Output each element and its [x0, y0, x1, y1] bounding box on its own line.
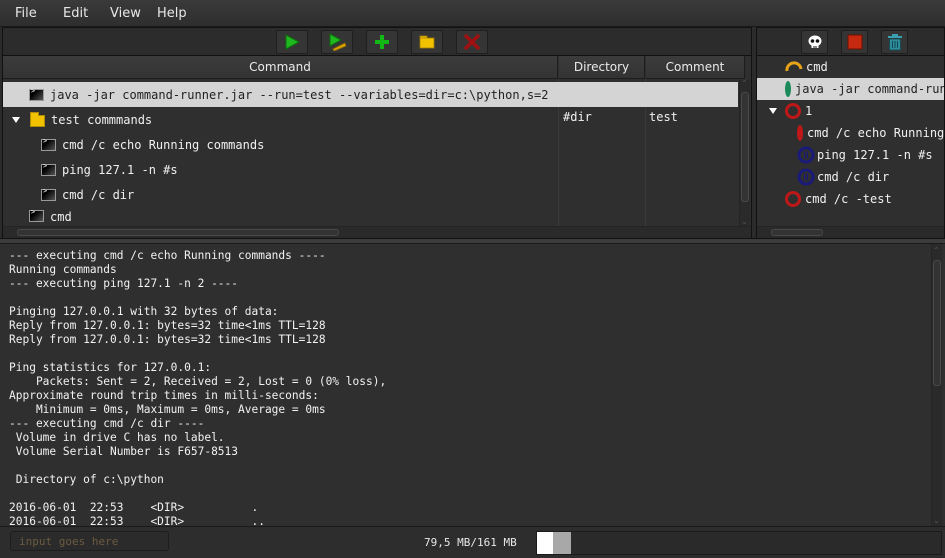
- table-row[interactable]: cmd /c dir: [3, 182, 558, 207]
- runs-horizontal-scrollbar[interactable]: [757, 226, 944, 238]
- scroll-down-icon[interactable]: ⌄: [741, 217, 748, 226]
- run-label: java -jar command-runner.jar: [795, 82, 944, 96]
- scrollbar-thumb[interactable]: [741, 92, 749, 202]
- runs-toolbar: [757, 28, 944, 56]
- x-icon: [463, 33, 481, 51]
- clear-button[interactable]: [881, 30, 908, 54]
- run-label: 1: [805, 104, 813, 118]
- terminal-icon: [41, 162, 56, 176]
- commands-vertical-scrollbar[interactable]: ⌃ ⌄: [739, 79, 750, 226]
- delete-button[interactable]: [456, 30, 488, 54]
- memory-used-fill: [537, 532, 553, 554]
- run-item[interactable]: cmd: [757, 56, 944, 78]
- column-header-command[interactable]: Command: [3, 56, 558, 79]
- command-text: test commmands: [51, 112, 153, 127]
- success-status-icon: [785, 81, 791, 97]
- command-input[interactable]: [10, 531, 169, 551]
- run-button[interactable]: [276, 30, 308, 54]
- run-label: cmd: [806, 60, 828, 74]
- table-row[interactable]: java -jar command-runner.jar --run=test …: [3, 82, 738, 107]
- scrollbar-thumb[interactable]: [933, 260, 941, 386]
- command-text: cmd /c dir: [62, 187, 135, 202]
- comment-cell: test: [649, 110, 678, 124]
- terminal-icon: [41, 187, 56, 201]
- failed-status-icon: [785, 103, 801, 119]
- expand-triangle-icon[interactable]: [769, 108, 777, 114]
- folder-icon: [30, 111, 45, 127]
- kill-button[interactable]: [801, 30, 828, 54]
- console-text: --- executing cmd /c echo Running comman…: [9, 249, 387, 526]
- menu-edit[interactable]: Edit: [63, 6, 88, 21]
- menu-view[interactable]: View: [110, 6, 141, 21]
- table-row[interactable]: ping 127.1 -n #s: [3, 157, 558, 182]
- column-header-comment[interactable]: Comment: [646, 56, 745, 79]
- run-item[interactable]: 1: [757, 100, 944, 122]
- run-item[interactable]: ping 127.1 -n #s: [757, 144, 944, 166]
- running-spinner-icon: [785, 61, 803, 72]
- console-vertical-scrollbar[interactable]: ⌃ ⌄: [931, 244, 942, 526]
- expand-triangle-icon[interactable]: [12, 116, 20, 123]
- play-icon: [285, 34, 301, 50]
- menu-bar: File Edit View Help: [0, 0, 945, 27]
- console-output[interactable]: --- executing cmd /c echo Running comman…: [0, 243, 945, 526]
- terminal-icon: [29, 208, 44, 222]
- commands-horizontal-scrollbar[interactable]: [3, 226, 751, 238]
- commands-panel: Command Directory Comment java -jar comm…: [2, 27, 752, 238]
- run-label: cmd /c -test: [805, 192, 892, 206]
- scroll-up-icon[interactable]: ⌃: [933, 246, 940, 255]
- directory-cell: #dir: [563, 110, 592, 124]
- memory-usage-text: 79,5 MB/161 MB: [424, 536, 517, 549]
- failed-status-icon: [785, 191, 801, 207]
- scroll-down-icon[interactable]: ⌄: [933, 516, 940, 525]
- folder-icon: [419, 35, 435, 49]
- command-text: java -jar command-runner.jar --run=test …: [50, 87, 549, 102]
- add-button[interactable]: [366, 30, 398, 54]
- play-pencil-icon: [329, 33, 347, 51]
- runs-panel: cmd java -jar command-runner.jar 1 cmd /…: [756, 27, 945, 238]
- memory-allocated-fill: [553, 532, 571, 554]
- memory-bar[interactable]: [536, 531, 942, 555]
- table-row[interactable]: cmd: [3, 207, 558, 225]
- run-label: ping 127.1 -n #s: [817, 148, 933, 162]
- paused-status-icon: [797, 146, 815, 164]
- command-text: cmd /c echo Running commands: [62, 137, 265, 152]
- run-item[interactable]: cmd /c echo Running commands: [757, 122, 944, 144]
- column-header-directory[interactable]: Directory: [559, 56, 645, 79]
- run-item[interactable]: java -jar command-runner.jar: [757, 78, 944, 100]
- terminal-icon: [29, 87, 44, 101]
- menu-file[interactable]: File: [15, 6, 37, 21]
- scrollbar-thumb[interactable]: [771, 229, 823, 236]
- table-row[interactable]: test commmands: [3, 107, 558, 132]
- run-label: cmd /c echo Running commands: [807, 126, 944, 140]
- add-folder-button[interactable]: [411, 30, 443, 54]
- terminal-icon: [41, 137, 56, 151]
- runs-tree: cmd java -jar command-runner.jar 1 cmd /…: [757, 56, 944, 226]
- failed-status-icon: [797, 125, 803, 141]
- run-item[interactable]: cmd /c -test: [757, 188, 944, 210]
- stop-button[interactable]: [841, 30, 868, 54]
- paused-status-icon: [797, 168, 815, 186]
- status-bar: 79,5 MB/161 MB: [0, 526, 945, 558]
- trash-icon: [887, 33, 902, 50]
- table-row[interactable]: cmd /c echo Running commands: [3, 132, 558, 157]
- scroll-up-icon[interactable]: ⌃: [741, 79, 748, 88]
- plus-icon: [375, 35, 389, 49]
- run-item[interactable]: cmd /c dir: [757, 166, 944, 188]
- skull-icon: [808, 35, 821, 48]
- run-label: cmd /c dir: [817, 170, 890, 184]
- command-text: cmd: [50, 210, 72, 224]
- menu-help[interactable]: Help: [157, 6, 187, 21]
- command-text: ping 127.1 -n #s: [62, 162, 178, 177]
- scrollbar-thumb[interactable]: [17, 229, 339, 236]
- commands-toolbar: [3, 28, 751, 56]
- run-with-args-button[interactable]: [321, 30, 353, 54]
- stop-icon: [847, 34, 862, 50]
